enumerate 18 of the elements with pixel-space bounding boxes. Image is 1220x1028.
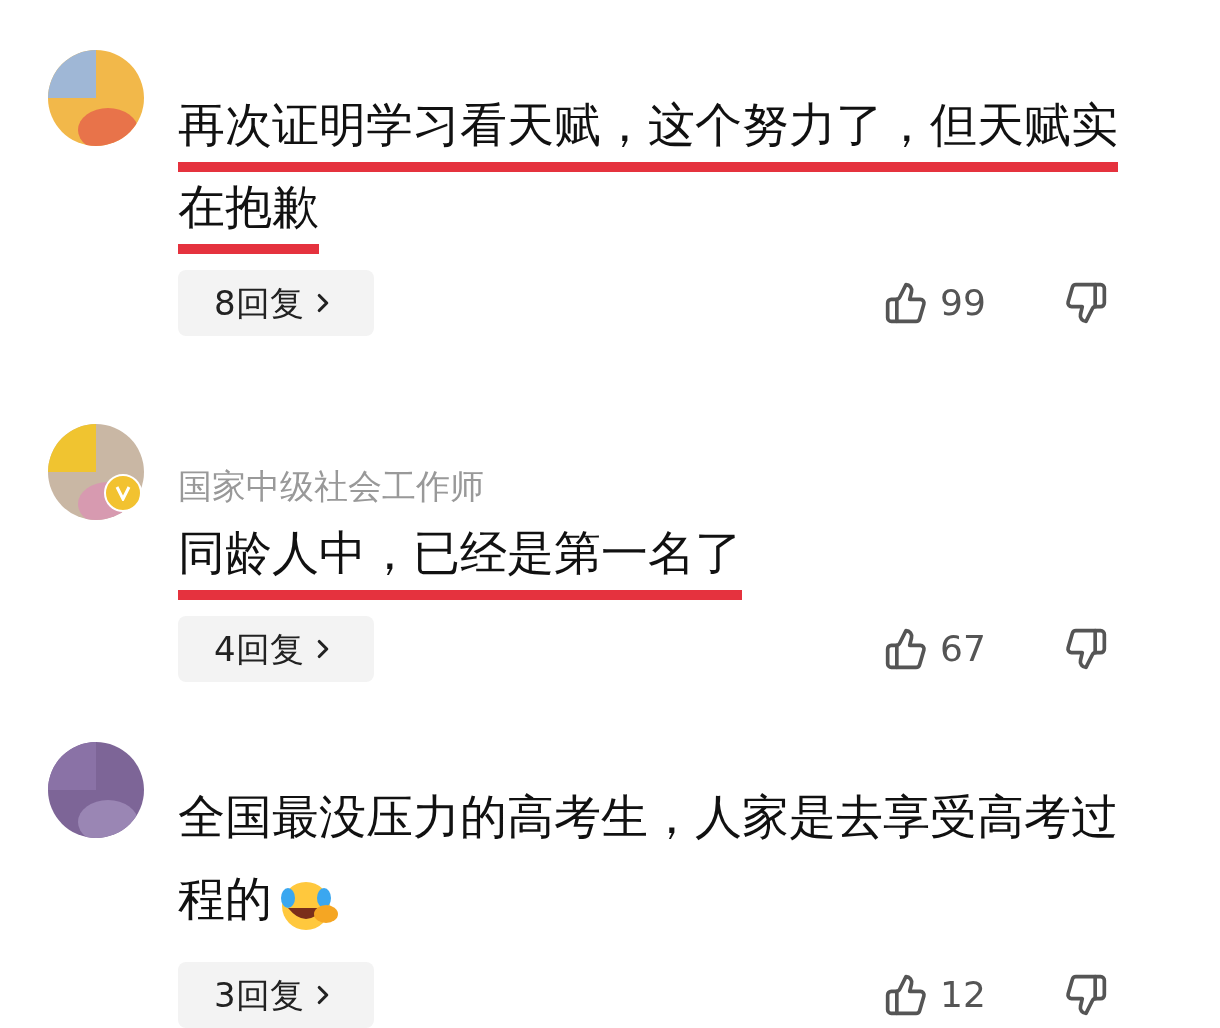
like-button[interactable]: 12 bbox=[884, 968, 1014, 1022]
comment-text: 程的 bbox=[178, 870, 272, 928]
comment-text: 再次证明学习看天赋，这个努力了，但天赋实 bbox=[178, 90, 1118, 172]
thumbs-down-icon[interactable] bbox=[1064, 973, 1108, 1017]
user-title: 国家中级社会工作师 bbox=[178, 465, 485, 508]
thumbs-down-icon[interactable] bbox=[1064, 627, 1108, 671]
thumbs-up-icon bbox=[884, 281, 928, 325]
replies-button[interactable]: 8回复 bbox=[178, 270, 374, 336]
like-button[interactable]: 99 bbox=[884, 276, 1014, 330]
replies-button[interactable]: 4回复 bbox=[178, 616, 374, 682]
thumbs-up-icon bbox=[884, 627, 928, 671]
comment-text: 同龄人中，已经是第一名了 bbox=[178, 518, 742, 600]
thumbs-up-icon bbox=[884, 973, 928, 1017]
comment-text: 全国最没压力的高考生，人家是去享受高考过 bbox=[178, 788, 1118, 846]
replies-button[interactable]: 3回复 bbox=[178, 962, 374, 1028]
like-button[interactable]: 67 bbox=[884, 622, 1014, 676]
comment-text: 在抱歉 bbox=[178, 172, 319, 254]
thumbs-down-icon[interactable] bbox=[1064, 281, 1108, 325]
